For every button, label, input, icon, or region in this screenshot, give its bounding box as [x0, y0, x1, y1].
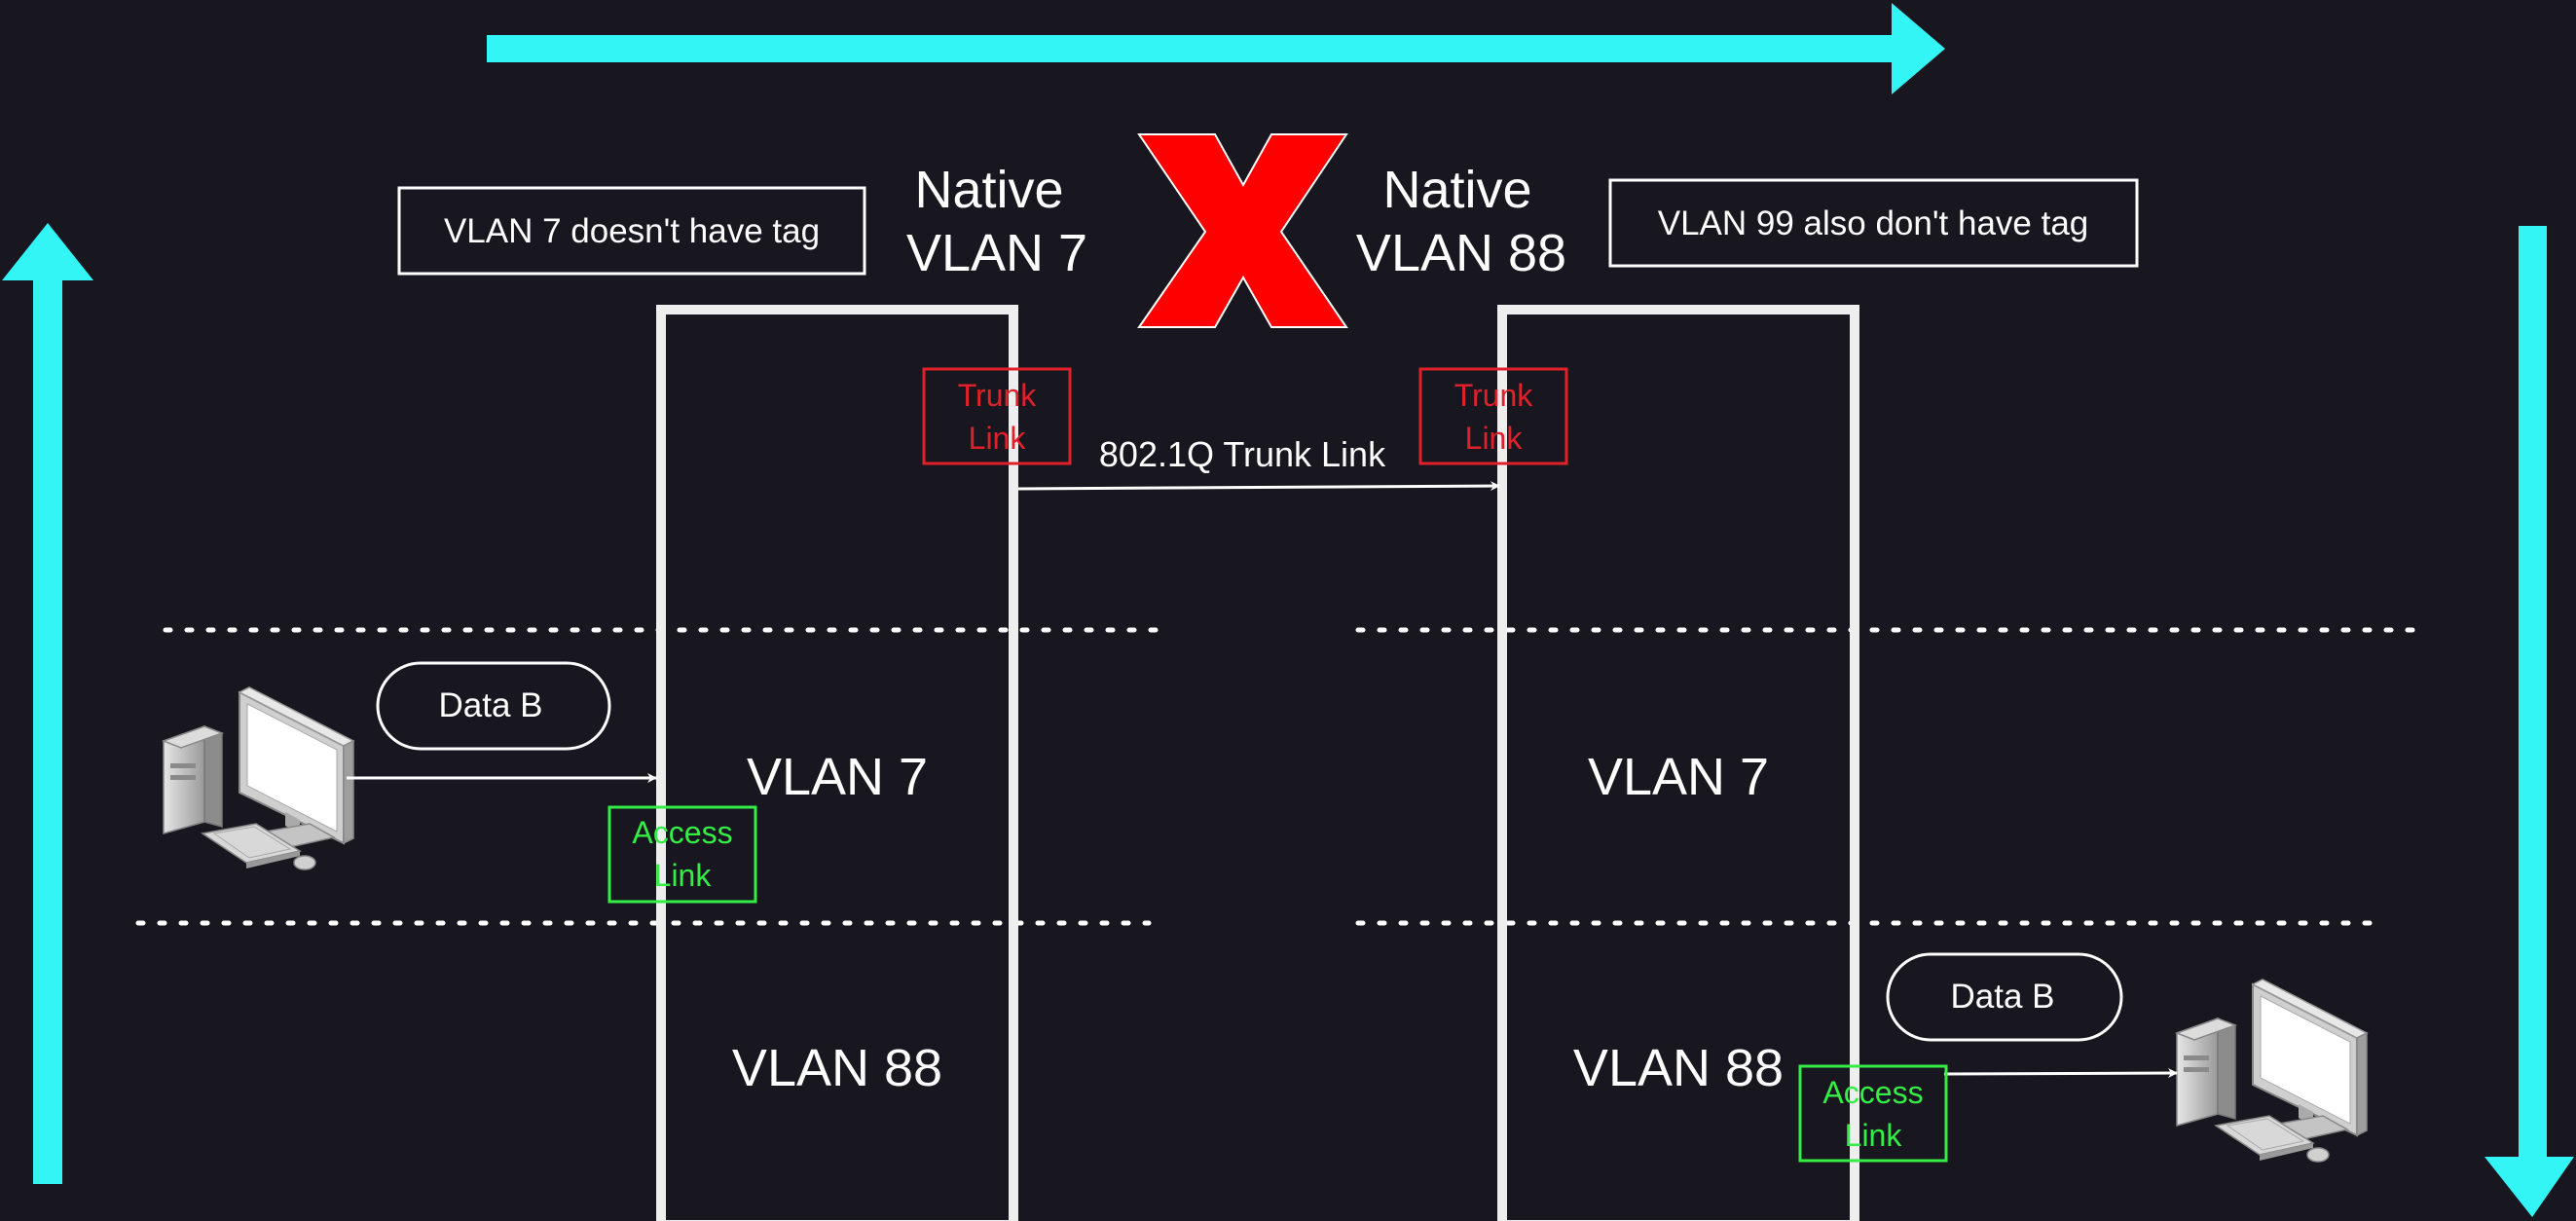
- data-bubble-right-text: Data B: [1951, 978, 2055, 1016]
- note-right-text: VLAN 99 also don't have tag: [1658, 204, 2089, 242]
- note-left-text: VLAN 7 doesn't have tag: [444, 212, 820, 250]
- switch-right-vlan-top: VLAN 7: [1588, 748, 1769, 806]
- trunk-label-right-line2: Link: [1465, 421, 1524, 456]
- trunk-label-left-line2: Link: [969, 421, 1027, 456]
- switch-to-host-right-arrow: [1943, 1068, 2178, 1079]
- trunk-label-left-line1: Trunk: [958, 378, 1038, 413]
- data-bubble-left-text: Data B: [439, 686, 543, 724]
- trunk-label-right-line1: Trunk: [1454, 378, 1534, 413]
- diagram-canvas: VLAN 7 doesn't have tag VLAN 99 also don…: [0, 0, 2576, 1221]
- mismatch-x-icon: [1137, 133, 1348, 328]
- access-label-left-line1: Access: [632, 815, 732, 850]
- switch-right-vlan-bottom: VLAN 88: [1573, 1039, 1784, 1097]
- trunk-link-arrow: [1017, 481, 1500, 492]
- native-left-line2: VLAN 7: [906, 224, 1087, 282]
- host-left-computer-icon: [163, 686, 354, 870]
- access-label-right-line2: Link: [1845, 1118, 1903, 1153]
- flow-arrow-left-up: [2, 223, 93, 1184]
- access-label-left-line2: Link: [654, 858, 713, 893]
- diagram-svg: VLAN 7 doesn't have tag VLAN 99 also don…: [2, 3, 2574, 1221]
- trunk-link-label: 802.1Q Trunk Link: [1099, 434, 1386, 474]
- access-label-right-line1: Access: [1822, 1075, 1923, 1110]
- host-right-computer-icon: [2176, 979, 2368, 1163]
- flow-arrow-top: [487, 3, 1945, 94]
- native-right-line2: VLAN 88: [1356, 224, 1566, 282]
- native-right-line1: Native: [1382, 161, 1531, 219]
- switch-left-vlan-bottom: VLAN 88: [732, 1039, 942, 1097]
- flow-arrow-right-down: [2484, 226, 2574, 1217]
- switch-left-vlan-top: VLAN 7: [747, 748, 928, 806]
- native-left-line1: Native: [914, 161, 1063, 219]
